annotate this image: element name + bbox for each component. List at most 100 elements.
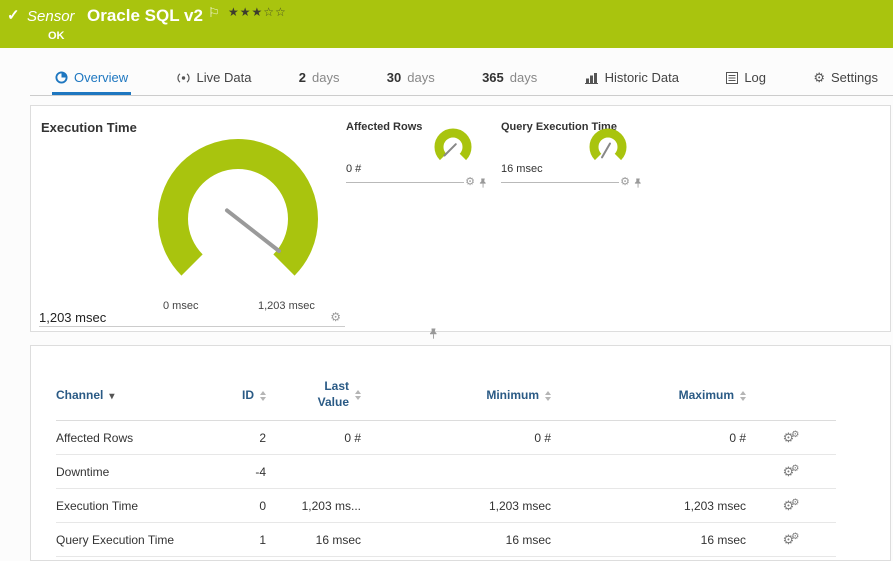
channel-name: Affected Rows	[56, 420, 206, 455]
tab-label: Live Data	[196, 70, 252, 85]
tab-unit: days	[407, 70, 435, 85]
tab-number: 2	[298, 70, 306, 85]
tab-settings[interactable]: ⚙ Settings	[810, 63, 881, 95]
gauge-title: Execution Time	[41, 120, 137, 135]
channel-maximum: 1,203 msec	[551, 488, 746, 523]
channel-maximum	[551, 454, 746, 489]
tab-2-days[interactable]: 2 days	[296, 63, 343, 95]
channel-settings-icon[interactable]: ⚙⚙	[783, 429, 800, 445]
tab-number: 365	[482, 70, 504, 85]
gauge-title: Affected Rows	[346, 121, 423, 133]
bar-chart-icon	[584, 72, 598, 84]
gauge-needle	[225, 208, 281, 253]
stars-empty-icon[interactable]: ☆☆	[263, 5, 287, 19]
pin-icon[interactable]	[634, 178, 642, 188]
channels-table: Channel▾ ID Last Value Minimum Maximum	[56, 370, 836, 557]
tab-unit: days	[509, 70, 538, 85]
status-badge: OK	[48, 30, 65, 42]
favorite-flag-icon[interactable]: ⚐	[208, 5, 220, 21]
table-row: Query Execution Time 1 16 msec 16 msec 1…	[56, 522, 836, 557]
channel-last-value	[266, 454, 361, 489]
pin-icon[interactable]	[429, 328, 438, 339]
stars-filled-icon[interactable]: ★★★	[228, 5, 263, 19]
sort-icon	[740, 390, 746, 401]
gauges-panel: Execution Time 0 msec 1,203 msec 1,203 m…	[30, 105, 891, 339]
priority-stars[interactable]: ★★★☆☆	[228, 5, 287, 19]
query-execution-time-gauge-tile: Query Execution Time 16 msec ⚙	[501, 116, 643, 188]
channel-minimum: 1,203 msec	[361, 488, 551, 523]
affected-rows-gauge	[434, 128, 472, 161]
gear-icon[interactable]: ⚙	[465, 177, 475, 188]
tab-historic-data[interactable]: Historic Data	[582, 63, 682, 95]
gauge-scale-min: 0 msec	[163, 300, 199, 312]
tab-label: Overview	[74, 70, 129, 85]
tab-365-days[interactable]: 365 days	[479, 63, 540, 95]
gear-icon[interactable]: ⚙	[620, 177, 630, 188]
broadcast-icon	[176, 72, 190, 83]
gauge-tools: ⚙	[464, 177, 488, 188]
channel-id: 0	[206, 488, 266, 523]
tab-30-days[interactable]: 30 days	[384, 63, 438, 95]
table-row: Execution Time 0 1,203 ms... 1,203 msec …	[56, 488, 836, 523]
column-header-settings	[746, 370, 836, 421]
channel-minimum: 16 msec	[361, 522, 551, 557]
channel-name: Query Execution Time	[56, 522, 206, 557]
execution-time-gauge-tile: Execution Time 0 msec 1,203 msec 1,203 m…	[39, 112, 437, 339]
sensor-header: ✓ Sensor Oracle SQL v2 ⚐ ★★★☆☆ OK	[0, 0, 893, 48]
channel-settings-icon[interactable]: ⚙⚙	[783, 463, 800, 479]
gear-icon[interactable]: ⚙	[330, 311, 341, 323]
channel-minimum: 0 #	[361, 420, 551, 455]
channel-name: Downtime	[56, 454, 206, 489]
channel-id: -4	[206, 454, 266, 489]
gauge-scale-max: 1,203 msec	[258, 300, 315, 312]
column-header-last-value[interactable]: Last Value	[266, 370, 361, 421]
pin-icon[interactable]	[479, 178, 487, 188]
channel-minimum	[361, 454, 551, 489]
channel-last-value: 1,203 ms...	[266, 488, 361, 523]
affected-rows-gauge-tile: Affected Rows 0 # ⚙	[346, 116, 488, 188]
sort-icon	[260, 390, 266, 401]
execution-time-gauge	[158, 139, 318, 276]
column-header-channel[interactable]: Channel ▾	[56, 370, 206, 421]
gauge-tools: ⚙	[619, 177, 643, 188]
table-row: Affected Rows 2 0 # 0 # 0 # ⚙⚙	[56, 420, 836, 455]
sort-direction-icon: ▾	[109, 391, 115, 402]
column-header-id[interactable]: ID	[206, 370, 266, 421]
gauge-tools: ⚙	[330, 311, 437, 339]
gauge-current-value: 16 msec	[501, 163, 543, 175]
channel-last-value: 16 msec	[266, 522, 361, 557]
gauge-current-value: 1,203 msec	[39, 310, 107, 325]
tab-bar: Overview Live Data 2 days 30 days 365 da…	[30, 63, 893, 96]
channel-id: 2	[206, 420, 266, 455]
channel-maximum: 16 msec	[551, 522, 746, 557]
gauge-current-value: 0 #	[346, 163, 362, 175]
tab-label: Historic Data	[604, 70, 679, 85]
tab-unit: days	[312, 70, 340, 85]
channel-id: 1	[206, 522, 266, 557]
table-row: Downtime -4 ⚙⚙	[56, 454, 836, 489]
tab-log[interactable]: Log	[723, 63, 769, 95]
gauge-needle	[601, 142, 611, 159]
tab-number: 30	[386, 70, 402, 85]
sensor-title: Oracle SQL v2	[87, 6, 203, 25]
tab-label: Settings	[831, 70, 878, 85]
pie-chart-icon	[55, 71, 68, 84]
tab-label: Log	[744, 70, 767, 85]
channel-settings-icon[interactable]: ⚙⚙	[783, 531, 800, 547]
table-header-row: Channel ▾ ID Last Value Minimum Maximum	[56, 370, 836, 421]
gauge-needle	[443, 143, 457, 157]
sort-icon	[545, 390, 551, 401]
channels-panel: Channel▾ ID Last Value Minimum Maximum	[30, 345, 891, 561]
sensor-page: ✓ Sensor Oracle SQL v2 ⚐ ★★★☆☆ OK Overvi…	[0, 0, 893, 561]
gear-icon: ⚙	[813, 69, 825, 85]
status-ok-check-icon: ✓	[7, 7, 20, 24]
channel-name: Execution Time	[56, 488, 206, 523]
channel-settings-icon[interactable]: ⚙⚙	[783, 497, 800, 513]
tab-live-data[interactable]: Live Data	[173, 63, 255, 95]
column-header-maximum[interactable]: Maximum	[551, 370, 746, 421]
column-header-minimum[interactable]: Minimum	[361, 370, 551, 421]
object-type-label: Sensor	[27, 8, 75, 25]
tab-overview[interactable]: Overview	[52, 63, 132, 95]
channel-last-value: 0 #	[266, 420, 361, 455]
log-icon	[726, 71, 739, 84]
